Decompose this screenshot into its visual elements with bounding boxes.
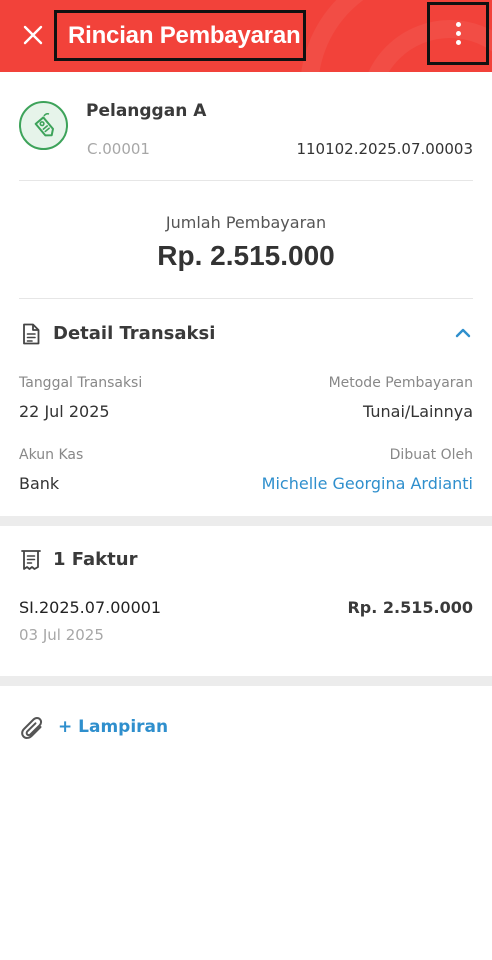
page-title-container: Rincian Pembayaran bbox=[54, 10, 306, 61]
customer-name: Pelanggan A bbox=[86, 101, 207, 121]
document-icon bbox=[19, 322, 43, 346]
amount-value: Rp. 2.515.000 bbox=[157, 240, 335, 271]
transaction-date-value: 22 Jul 2025 bbox=[19, 402, 110, 421]
payment-method-value: Tunai/Lainnya bbox=[363, 402, 473, 421]
cash-account-label: Akun Kas bbox=[19, 447, 84, 463]
transaction-date-label: Tanggal Transaksi bbox=[19, 375, 143, 391]
receipt-icon bbox=[19, 548, 43, 572]
app-header: Rincian Pembayaran bbox=[0, 0, 492, 72]
detail-section-title: Detail Transaksi bbox=[53, 323, 216, 344]
created-by-label: Dibuat Oleh bbox=[389, 447, 473, 463]
more-options-button[interactable] bbox=[427, 2, 489, 65]
invoice-date: 03 Jul 2025 bbox=[19, 626, 104, 644]
page-title: Rincian Pembayaran bbox=[68, 21, 301, 49]
customer-code: C.00001 bbox=[87, 140, 150, 158]
cash-account-value: Bank bbox=[19, 474, 60, 493]
created-by-link[interactable]: Michelle Georgina Ardianti bbox=[262, 474, 473, 493]
divider bbox=[19, 298, 473, 299]
close-icon bbox=[23, 25, 43, 45]
collapse-detail-button[interactable] bbox=[452, 322, 474, 344]
invoice-section-title: 1 Faktur bbox=[53, 549, 138, 570]
paperclip-icon bbox=[19, 715, 47, 743]
close-button[interactable] bbox=[16, 18, 50, 52]
invoice-number: SI.2025.07.00001 bbox=[19, 598, 162, 617]
invoice-amount: Rp. 2.515.000 bbox=[347, 598, 473, 617]
divider bbox=[19, 180, 473, 181]
payment-method-label: Metode Pembayaran bbox=[328, 375, 473, 391]
transaction-number: 110102.2025.07.00003 bbox=[296, 140, 473, 158]
chevron-up-icon bbox=[455, 328, 471, 338]
add-attachment-link[interactable]: + Lampiran bbox=[58, 717, 168, 737]
price-tag-icon bbox=[19, 101, 68, 150]
amount-label: Jumlah Pembayaran bbox=[165, 213, 327, 232]
more-vertical-icon bbox=[455, 22, 461, 45]
section-separator bbox=[0, 516, 492, 526]
section-separator bbox=[0, 676, 492, 686]
